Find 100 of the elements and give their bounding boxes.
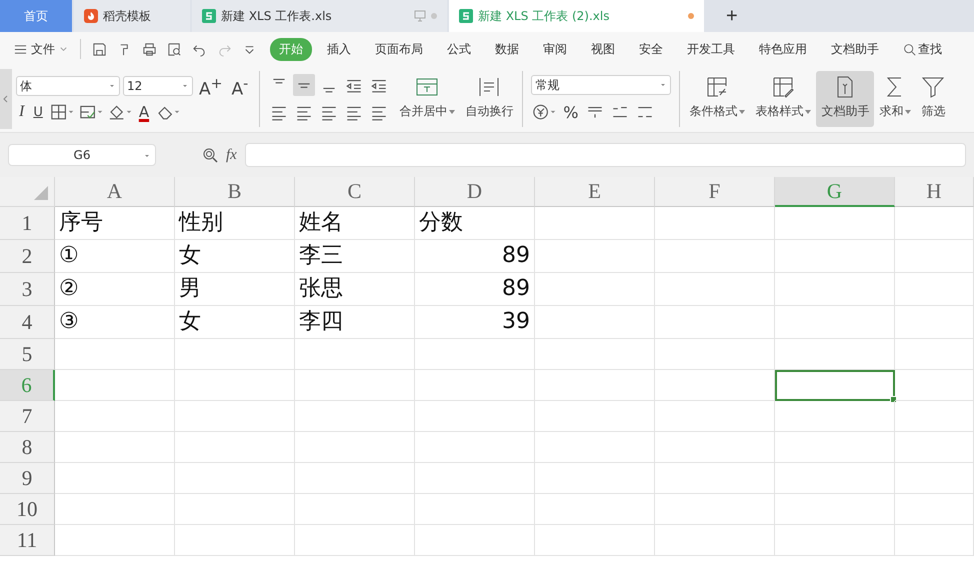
table-cell[interactable]: 张思 bbox=[295, 273, 415, 306]
column-header[interactable]: C bbox=[295, 177, 415, 207]
table-cell[interactable] bbox=[415, 463, 535, 494]
table-cell[interactable] bbox=[535, 306, 655, 339]
table-cell[interactable] bbox=[175, 494, 295, 525]
ribbon-button[interactable]: 文档助手 bbox=[816, 71, 874, 127]
table-cell[interactable] bbox=[55, 370, 175, 401]
new-tab-button[interactable]: + bbox=[712, 0, 752, 32]
ribbon-tab[interactable]: 视图 bbox=[582, 38, 624, 60]
document-tab[interactable]: 稻壳模板 bbox=[74, 0, 190, 32]
ribbon-tab[interactable]: 插入 bbox=[318, 38, 360, 60]
table-cell[interactable] bbox=[295, 339, 415, 370]
table-cell[interactable] bbox=[175, 432, 295, 463]
table-cell[interactable] bbox=[775, 432, 895, 463]
table-cell[interactable] bbox=[775, 240, 895, 273]
align-middle-icon[interactable] bbox=[293, 74, 316, 96]
table-cell[interactable]: 序号 bbox=[55, 207, 175, 240]
table-cell[interactable] bbox=[295, 401, 415, 432]
ribbon-button[interactable]: 筛选 bbox=[916, 71, 950, 127]
table-cell[interactable]: ③ bbox=[55, 306, 175, 339]
row-header[interactable]: 5 bbox=[0, 339, 55, 370]
number-format-field[interactable]: 常规 bbox=[531, 75, 672, 95]
table-cell[interactable] bbox=[655, 273, 775, 306]
row-header[interactable]: 7 bbox=[0, 401, 55, 432]
row-header[interactable]: 11 bbox=[0, 525, 55, 556]
collapse-handle[interactable] bbox=[0, 69, 12, 129]
zoom-icon[interactable] bbox=[202, 147, 218, 163]
table-cell[interactable] bbox=[655, 339, 775, 370]
table-cell[interactable] bbox=[895, 494, 974, 525]
column-header[interactable]: D bbox=[415, 177, 535, 207]
column-header[interactable]: F bbox=[655, 177, 775, 207]
table-cell[interactable] bbox=[535, 273, 655, 306]
ribbon-button[interactable]: 求和 bbox=[874, 71, 916, 127]
table-cell[interactable]: 女 bbox=[175, 240, 295, 273]
row-header[interactable]: 10 bbox=[0, 494, 55, 525]
table-cell[interactable] bbox=[895, 207, 974, 240]
ribbon-tab[interactable]: 页面布局 bbox=[366, 38, 432, 60]
table-cell[interactable] bbox=[655, 370, 775, 401]
table-cell[interactable]: 89 bbox=[415, 240, 535, 273]
table-cell[interactable] bbox=[415, 494, 535, 525]
table-cell[interactable] bbox=[895, 370, 974, 401]
table-cell[interactable] bbox=[775, 401, 895, 432]
row-header[interactable]: 2 bbox=[0, 240, 55, 273]
table-cell[interactable] bbox=[295, 494, 415, 525]
column-header[interactable]: B bbox=[175, 177, 295, 207]
column-header[interactable]: A bbox=[55, 177, 175, 207]
font-name-field[interactable]: 体 bbox=[16, 76, 120, 96]
italic-button[interactable]: I bbox=[16, 102, 28, 122]
select-all-corner[interactable] bbox=[0, 177, 55, 207]
table-cell[interactable] bbox=[175, 401, 295, 432]
underline-button[interactable]: U bbox=[30, 102, 46, 122]
table-cell[interactable] bbox=[415, 401, 535, 432]
table-cell[interactable] bbox=[535, 432, 655, 463]
table-cell[interactable] bbox=[415, 370, 535, 401]
table-cell[interactable] bbox=[895, 339, 974, 370]
function-label[interactable]: fx bbox=[226, 146, 237, 164]
ribbon-tab[interactable]: 审阅 bbox=[534, 38, 576, 60]
row-header[interactable]: 8 bbox=[0, 432, 55, 463]
table-cell[interactable] bbox=[535, 525, 655, 556]
table-cell[interactable] bbox=[895, 432, 974, 463]
ribbon-button[interactable]: 合并居中 bbox=[394, 71, 460, 127]
table-cell[interactable] bbox=[535, 370, 655, 401]
table-cell[interactable]: 性别 bbox=[175, 207, 295, 240]
column-header[interactable]: E bbox=[535, 177, 655, 207]
fill-handle[interactable] bbox=[890, 396, 897, 403]
table-cell[interactable] bbox=[895, 525, 974, 556]
table-cell[interactable] bbox=[775, 525, 895, 556]
table-cell[interactable] bbox=[535, 240, 655, 273]
table-cell[interactable] bbox=[55, 463, 175, 494]
print-icon[interactable] bbox=[142, 42, 157, 56]
formula-input[interactable] bbox=[244, 143, 966, 167]
table-cell[interactable]: 89 bbox=[415, 273, 535, 306]
cell-style-icon[interactable] bbox=[78, 103, 104, 121]
table-cell[interactable] bbox=[175, 370, 295, 401]
table-cell[interactable] bbox=[655, 207, 775, 240]
table-cell[interactable] bbox=[535, 339, 655, 370]
table-cell[interactable] bbox=[895, 273, 974, 306]
borders-icon[interactable] bbox=[48, 103, 75, 121]
search-button[interactable]: 查找 bbox=[897, 40, 948, 58]
table-cell[interactable] bbox=[415, 339, 535, 370]
font-color-button[interactable]: A bbox=[136, 102, 152, 122]
ribbon-tab[interactable]: 数据 bbox=[486, 38, 528, 60]
table-cell[interactable] bbox=[775, 494, 895, 525]
table-cell[interactable]: 女 bbox=[175, 306, 295, 339]
table-cell[interactable] bbox=[895, 401, 974, 432]
table-cell[interactable] bbox=[295, 432, 415, 463]
table-cell[interactable] bbox=[415, 432, 535, 463]
print-preview-icon[interactable] bbox=[167, 42, 182, 56]
ribbon-tab[interactable]: 安全 bbox=[630, 38, 672, 60]
table-cell[interactable] bbox=[775, 273, 895, 306]
save-icon[interactable] bbox=[92, 42, 107, 56]
table-cell[interactable]: 39 bbox=[415, 306, 535, 339]
table-cell[interactable] bbox=[655, 494, 775, 525]
table-cell[interactable] bbox=[655, 432, 775, 463]
table-cell[interactable] bbox=[55, 525, 175, 556]
table-cell[interactable] bbox=[55, 494, 175, 525]
table-cell[interactable]: 李三 bbox=[295, 240, 415, 273]
table-cell[interactable] bbox=[295, 370, 415, 401]
table-cell[interactable] bbox=[175, 463, 295, 494]
table-cell[interactable]: 男 bbox=[175, 273, 295, 306]
